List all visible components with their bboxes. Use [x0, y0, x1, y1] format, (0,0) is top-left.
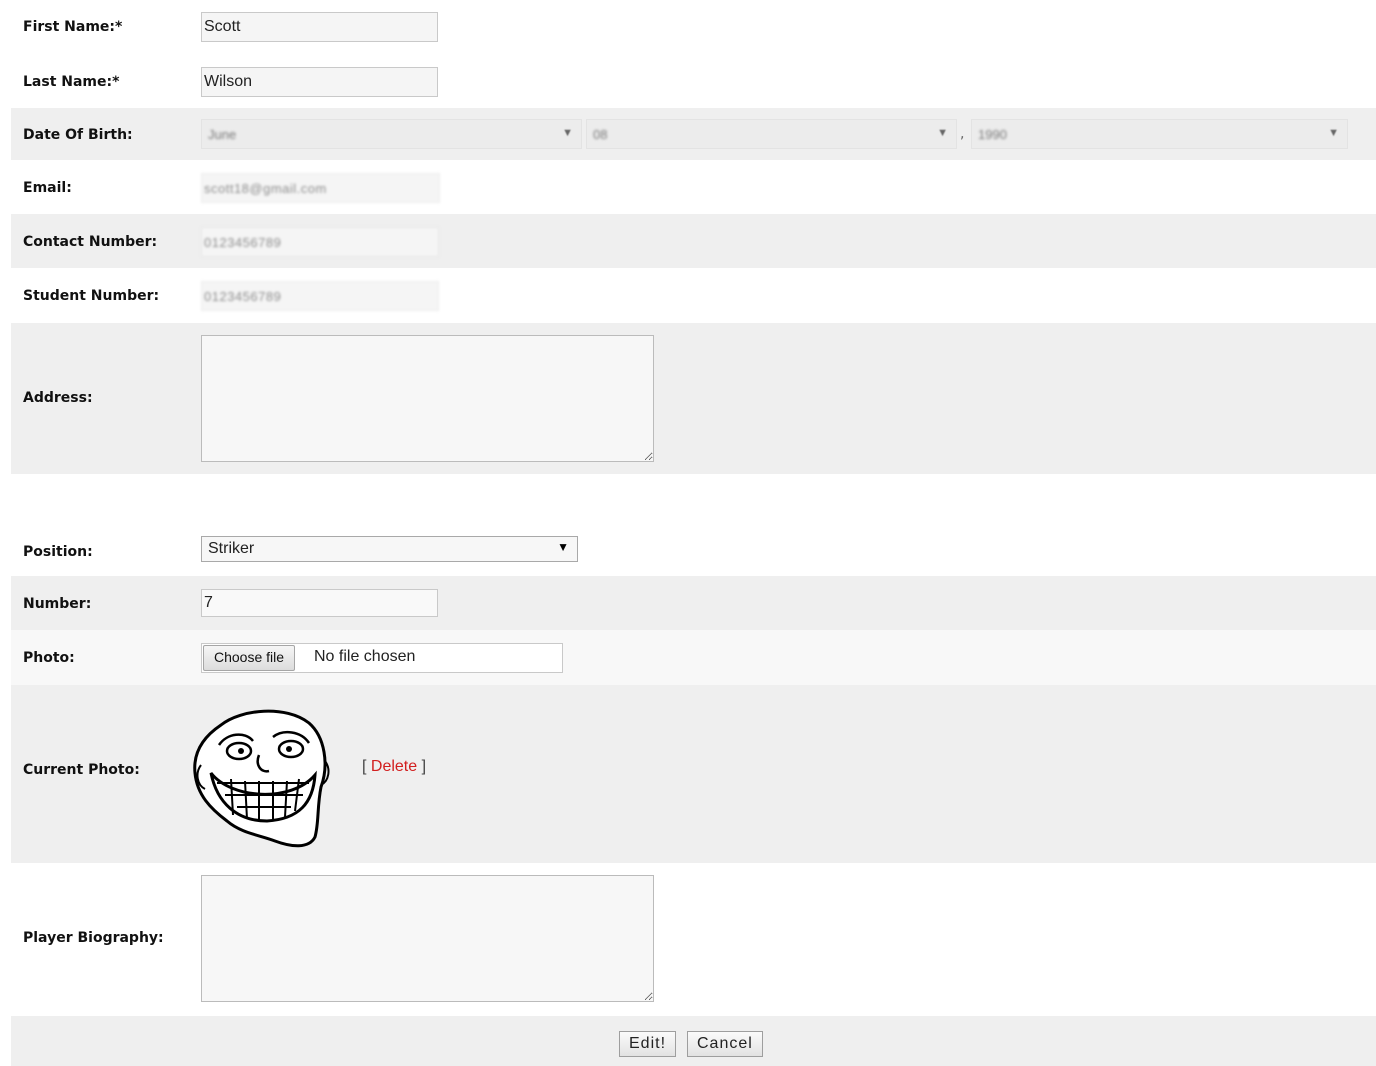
row-number: Number: 7: [11, 576, 1376, 630]
dob-label: Date Of Birth:: [23, 127, 133, 143]
last-name-label: Last Name:*: [23, 74, 120, 90]
row-address: Address:: [11, 323, 1376, 474]
dropdown-arrow-icon: ▼: [562, 127, 573, 139]
position-label: Position:: [23, 544, 93, 560]
dob-separator: ,: [960, 126, 965, 142]
player-biography-label: Player Biography:: [23, 930, 164, 946]
choose-file-button[interactable]: Choose file: [203, 645, 296, 671]
contact-number-input[interactable]: 0123456789: [201, 227, 439, 257]
dob-day-value: 08: [593, 127, 608, 142]
position-select[interactable]: Striker ▼: [201, 536, 578, 562]
delete-photo-control: [ Delete ]: [362, 758, 426, 776]
dropdown-arrow-icon: ▼: [557, 540, 569, 554]
player-biography-textarea[interactable]: [201, 875, 654, 1002]
row-current-photo: Current Photo: [ Delete ]: [11, 685, 1376, 863]
dob-month-value: June: [208, 127, 237, 142]
row-contact-number: Contact Number: 0123456789: [11, 214, 1376, 268]
edit-button[interactable]: Edit!: [619, 1031, 677, 1057]
dob-year-select[interactable]: 1990 ▼: [971, 119, 1348, 149]
row-first-name: First Name:* Scott: [11, 0, 1376, 54]
position-value: Striker: [208, 540, 255, 557]
row-date-of-birth: Date Of Birth: June ▼ 08 ▼ , 1990 ▼: [11, 108, 1376, 160]
number-label: Number:: [23, 596, 92, 612]
row-student-number: Student Number: 0123456789: [11, 268, 1376, 323]
dob-year-value: 1990: [978, 127, 1007, 142]
form-actions: Edit! Cancel: [11, 1016, 1376, 1066]
dob-day-select[interactable]: 08 ▼: [586, 119, 957, 149]
photo-file-input[interactable]: Choose file No file chosen: [201, 643, 563, 673]
delete-photo-link[interactable]: Delete: [371, 758, 417, 775]
troll-face-image: [193, 709, 330, 848]
number-input[interactable]: 7: [201, 589, 438, 617]
address-textarea[interactable]: [201, 335, 654, 462]
contact-number-label: Contact Number:: [23, 234, 158, 250]
row-position: Position: Striker ▼: [11, 526, 1376, 576]
first-name-input[interactable]: Scott: [201, 12, 438, 42]
dob-month-select[interactable]: June ▼: [201, 119, 582, 149]
delete-bracket-close: ]: [417, 758, 427, 775]
cancel-button[interactable]: Cancel: [687, 1031, 763, 1057]
email-label: Email:: [23, 180, 72, 196]
student-number-input[interactable]: 0123456789: [201, 281, 439, 311]
row-player-biography: Player Biography:: [11, 863, 1376, 1016]
file-status-text: No file chosen: [314, 648, 416, 665]
current-photo-label: Current Photo:: [23, 762, 140, 778]
dropdown-arrow-icon: ▼: [1328, 127, 1339, 139]
delete-bracket-open: [: [362, 758, 371, 775]
address-label: Address:: [23, 390, 93, 406]
player-edit-form: First Name:* Scott Last Name:* Wilson Da…: [11, 0, 1376, 1066]
dropdown-arrow-icon: ▼: [937, 127, 948, 139]
row-photo: Photo: Choose file No file chosen: [11, 630, 1376, 685]
photo-label: Photo:: [23, 650, 75, 666]
first-name-label: First Name:*: [23, 19, 123, 35]
student-number-label: Student Number:: [23, 288, 160, 304]
email-input[interactable]: scott18@gmail.com: [201, 173, 440, 203]
row-last-name: Last Name:* Wilson: [11, 54, 1376, 108]
row-email: Email: scott18@gmail.com: [11, 160, 1376, 214]
last-name-input[interactable]: Wilson: [201, 67, 438, 97]
